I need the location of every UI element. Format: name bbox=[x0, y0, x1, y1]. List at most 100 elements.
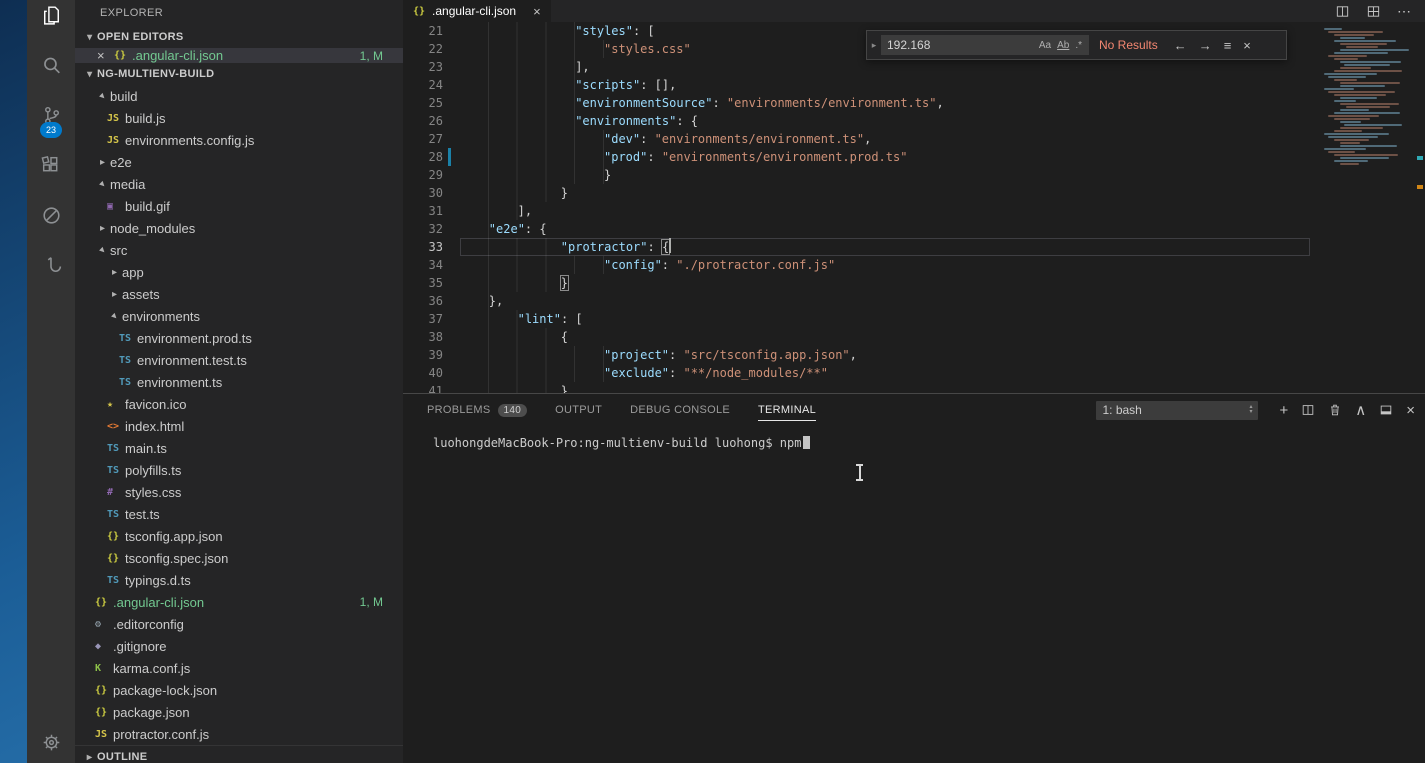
tree-file-main.ts[interactable]: TS main.ts bbox=[75, 437, 403, 459]
close-panel-icon[interactable]: × bbox=[1406, 402, 1415, 419]
tree-file-environment.ts[interactable]: TS environment.ts bbox=[75, 371, 403, 393]
open-editors-header[interactable]: ▸ OPEN EDITORS bbox=[75, 26, 403, 48]
expand-icon[interactable]: ▸ bbox=[95, 157, 110, 168]
code-line-30[interactable]: 30} bbox=[403, 184, 1310, 202]
expand-icon[interactable]: ▸ bbox=[107, 267, 122, 278]
panel-tab-output[interactable]: OUTPUT bbox=[555, 394, 602, 426]
tree-file-tsconfig.app.json[interactable]: {} tsconfig.app.json bbox=[75, 525, 403, 547]
more-actions-icon[interactable]: ⋯ bbox=[1397, 3, 1411, 20]
tree-file-index.html[interactable]: <> index.html bbox=[75, 415, 403, 437]
expand-icon[interactable]: ▸ bbox=[107, 289, 122, 300]
code-line-41[interactable]: 41} bbox=[403, 382, 1310, 393]
extensions-icon[interactable] bbox=[27, 140, 75, 190]
code-line-34[interactable]: 34 "config": "./protractor.conf.js" bbox=[403, 256, 1310, 274]
hook-icon[interactable] bbox=[27, 240, 75, 290]
terminal-shell-select[interactable]: 1: bash ▴ ▾ bbox=[1096, 400, 1259, 420]
tree-folder-src[interactable]: ▸ src bbox=[75, 239, 403, 261]
tab-close-icon[interactable]: × bbox=[533, 4, 541, 19]
code-line-39[interactable]: 39 "project": "src/tsconfig.app.json", bbox=[403, 346, 1310, 364]
code-line-28[interactable]: 28 "prod": "environments/environment.prod… bbox=[403, 148, 1310, 166]
panel-position-icon[interactable] bbox=[1379, 403, 1393, 417]
new-terminal-icon[interactable]: + bbox=[1279, 402, 1288, 419]
code-line-33[interactable]: 33 "protractor": { bbox=[403, 238, 1310, 256]
code-line-38[interactable]: 38 { bbox=[403, 328, 1310, 346]
regex-icon[interactable]: .* bbox=[1072, 40, 1085, 51]
tree-file-build.gif[interactable]: ▣ build.gif bbox=[75, 195, 403, 217]
code-line-24[interactable]: 24 "scripts": [], bbox=[403, 76, 1310, 94]
tree-file-package-lock.json[interactable]: {} package-lock.json bbox=[75, 679, 403, 701]
tree-folder-assets[interactable]: ▸ assets bbox=[75, 283, 403, 305]
toggle-replace-icon[interactable]: ▸ bbox=[867, 31, 881, 59]
collapse-icon[interactable]: ▸ bbox=[105, 307, 123, 325]
collapse-icon[interactable]: ▸ bbox=[93, 175, 111, 193]
open-editor-item[interactable]: × {} .angular-cli.json 1, M bbox=[75, 48, 403, 63]
kill-terminal-icon[interactable] bbox=[1328, 403, 1342, 417]
tree-file-tsconfig.spec.json[interactable]: {} tsconfig.spec.json bbox=[75, 547, 403, 569]
panel-tab-terminal[interactable]: TERMINAL bbox=[758, 394, 817, 426]
tree-file-package.json[interactable]: {} package.json bbox=[75, 701, 403, 723]
close-find-icon[interactable]: × bbox=[1243, 38, 1251, 53]
explorer-icon[interactable] bbox=[27, 0, 75, 40]
collapse-icon[interactable]: ▸ bbox=[93, 241, 111, 259]
match-case-icon[interactable]: Aa bbox=[1036, 40, 1054, 51]
tree-file-environment.prod.ts[interactable]: TS environment.prod.ts bbox=[75, 327, 403, 349]
code-editor[interactable]: 21 "styles": [22 "styles.css" 23], 24 "script… bbox=[403, 22, 1310, 393]
tree-file-typings.d.ts[interactable]: TS typings.d.ts bbox=[75, 569, 403, 591]
tree-file-environments.config.js[interactable]: JS environments.config.js bbox=[75, 129, 403, 151]
editor-layout-icon[interactable] bbox=[1366, 4, 1381, 19]
close-icon[interactable]: × bbox=[97, 48, 114, 63]
search-icon[interactable] bbox=[27, 40, 75, 90]
code-line-35[interactable]: 35} bbox=[403, 274, 1310, 292]
panel-tab-problems[interactable]: PROBLEMS 140 bbox=[427, 394, 528, 426]
terminal-prompt: luohongdeMacBook-Pro:ng-multienv-build l… bbox=[433, 436, 802, 450]
tree-file-protractor.conf.js[interactable]: JS protractor.conf.js bbox=[75, 723, 403, 745]
find-in-selection-icon[interactable]: ≡ bbox=[1224, 38, 1232, 53]
code-line-23[interactable]: 23], bbox=[403, 58, 1310, 76]
tab-angular-cli-json[interactable]: {} .angular-cli.json × bbox=[403, 0, 551, 22]
tree-file-karma.conf.js[interactable]: Kkarma.conf.js bbox=[75, 657, 403, 679]
tree-folder-node_modules[interactable]: ▸ node_modules bbox=[75, 217, 403, 239]
whole-word-icon[interactable]: Ab bbox=[1054, 40, 1072, 51]
tree-folder-app[interactable]: ▸ app bbox=[75, 261, 403, 283]
tree-file-styles.css[interactable]: # styles.css bbox=[75, 481, 403, 503]
tree-file-.editorconfig[interactable]: ⚙ .editorconfig bbox=[75, 613, 403, 635]
terminal[interactable]: luohongdeMacBook-Pro:ng-multienv-build l… bbox=[403, 426, 1425, 763]
minimap[interactable] bbox=[1310, 22, 1425, 393]
settings-gear-icon[interactable] bbox=[27, 717, 75, 763]
tree-folder-build[interactable]: ▸ build bbox=[75, 85, 403, 107]
tree-file-favicon.ico[interactable]: ★ favicon.ico bbox=[75, 393, 403, 415]
tree-folder-e2e[interactable]: ▸ e2e bbox=[75, 151, 403, 173]
split-terminal-icon[interactable] bbox=[1301, 403, 1315, 417]
expand-icon[interactable]: ▸ bbox=[95, 223, 110, 234]
tree-folder-media[interactable]: ▸ media bbox=[75, 173, 403, 195]
code-line-26[interactable]: 26 "environments": { bbox=[403, 112, 1310, 130]
find-input[interactable] bbox=[885, 37, 1036, 53]
code-line-31[interactable]: 31], bbox=[403, 202, 1310, 220]
source-control-icon[interactable]: 23 bbox=[27, 90, 75, 140]
code-line-27[interactable]: 27 "dev": "environments/environment.ts", bbox=[403, 130, 1310, 148]
tree-file-environment.test.ts[interactable]: TS environment.test.ts bbox=[75, 349, 403, 371]
collapse-icon[interactable]: ▸ bbox=[93, 87, 111, 105]
panel-tab-debug-console[interactable]: DEBUG CONSOLE bbox=[630, 394, 730, 426]
code-line-36[interactable]: 36}, bbox=[403, 292, 1310, 310]
code-line-40[interactable]: 40 "exclude": "**/node_modules/**" bbox=[403, 364, 1310, 382]
tree-file-.angular-cli.json[interactable]: {} .angular-cli.json 1, M bbox=[75, 591, 403, 613]
split-editor-icon[interactable] bbox=[1335, 4, 1350, 19]
previous-match-icon[interactable]: ← bbox=[1174, 38, 1187, 53]
tree-file-.gitignore[interactable]: ◆ .gitignore bbox=[75, 635, 403, 657]
line-number: 39 bbox=[428, 348, 443, 362]
outline-header[interactable]: ▸ OUTLINE bbox=[75, 745, 403, 763]
tree-file-polyfills.ts[interactable]: TS polyfills.ts bbox=[75, 459, 403, 481]
tree-file-test.ts[interactable]: TS test.ts bbox=[75, 503, 403, 525]
chevron-right-icon: ▸ bbox=[86, 751, 93, 763]
code-line-25[interactable]: 25 "environmentSource": "environments/env… bbox=[403, 94, 1310, 112]
tree-folder-environments[interactable]: ▸ environments bbox=[75, 305, 403, 327]
project-root-header[interactable]: ▸ NG-MULTIENV-BUILD bbox=[75, 63, 403, 85]
tree-file-build.js[interactable]: JS build.js bbox=[75, 107, 403, 129]
next-match-icon[interactable]: → bbox=[1199, 38, 1212, 53]
circle-slash-icon[interactable] bbox=[27, 190, 75, 240]
code-line-29[interactable]: 29} bbox=[403, 166, 1310, 184]
maximize-panel-icon[interactable]: ∧ bbox=[1355, 401, 1366, 419]
code-line-37[interactable]: 37 "lint": [ bbox=[403, 310, 1310, 328]
code-line-32[interactable]: 32 "e2e": { bbox=[403, 220, 1310, 238]
